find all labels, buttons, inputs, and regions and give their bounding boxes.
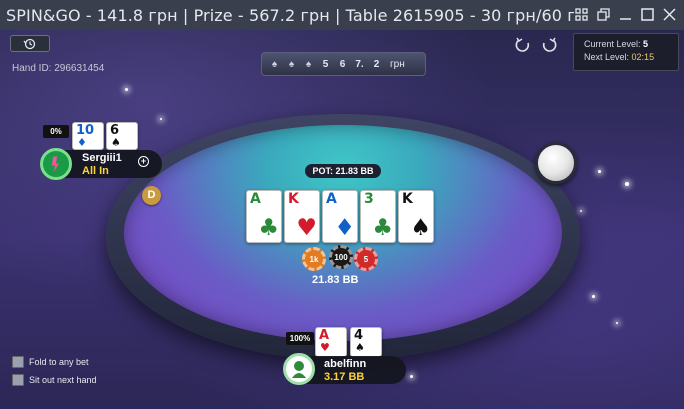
game-area: Hand ID: 296631454 ♠ ♠ ♠ 5 6 7. 2 грн Cu… xyxy=(0,30,684,409)
close-icon[interactable] xyxy=(662,8,676,22)
blind-value: 5 xyxy=(322,58,329,70)
blind-selector[interactable]: ♠ ♠ ♠ 5 6 7. 2 грн xyxy=(261,52,426,76)
blind-value: 2 xyxy=(373,58,380,70)
spade-icon: ♠ xyxy=(288,58,295,70)
blind-unit: грн xyxy=(390,58,405,70)
board-card-1: A ♣ xyxy=(246,190,282,243)
player-name: Sergiii1 xyxy=(82,152,122,164)
spade-icon: ♠ xyxy=(271,58,278,70)
window-titlebar: SPIN&GO - 141.8 грн | Prize - 567.2 грн … xyxy=(0,0,684,30)
fold-to-any-bet-option[interactable]: Fold to any bet xyxy=(12,356,89,368)
history-icon xyxy=(23,38,36,49)
board-card-2: K ♥ xyxy=(284,190,320,243)
chip-5: 5 xyxy=(354,247,378,271)
board-card-5: K ♠ xyxy=(398,190,434,243)
chip-1k: 1k xyxy=(302,247,326,271)
spade-icon: ♠ xyxy=(305,58,312,70)
redo-icon[interactable] xyxy=(540,36,558,54)
player-equity: 0% xyxy=(43,125,69,138)
hero-hole-card-2: 4 ♠ xyxy=(350,327,382,357)
star-decoration xyxy=(625,182,629,186)
blind-value: 6 xyxy=(339,58,346,70)
hero-stack: 3.17 BB xyxy=(324,371,365,383)
restore-icon[interactable] xyxy=(596,8,610,22)
player-avatar xyxy=(40,148,72,180)
maximize-icon[interactable] xyxy=(640,8,654,22)
player-hole-card-1: 10 ♦ xyxy=(72,122,104,150)
dealer-button: D xyxy=(142,186,161,205)
player-status: All In xyxy=(82,165,109,177)
hand-id: Hand ID: 296631454 xyxy=(12,63,105,74)
next-level: Next Level: 02:15 xyxy=(584,52,655,62)
star-decoration xyxy=(160,118,162,120)
hero-name: abelfinn xyxy=(324,358,367,370)
fold-to-any-bet-checkbox[interactable] xyxy=(12,356,24,368)
window-controls xyxy=(574,8,684,22)
player-hole-card-2: 6 ♠ xyxy=(106,122,138,150)
star-decoration xyxy=(125,88,128,91)
add-note-icon[interactable]: + xyxy=(138,156,149,167)
fold-to-any-bet-label: Fold to any bet xyxy=(29,357,89,367)
window-title: SPIN&GO - 141.8 грн | Prize - 567.2 грн … xyxy=(6,5,574,25)
hero-equity: 100% xyxy=(286,332,314,345)
star-decoration xyxy=(410,375,413,378)
star-decoration xyxy=(598,170,601,173)
hero-hole-card-1: A ♥ xyxy=(315,327,347,357)
chip-100: 100 xyxy=(329,245,353,269)
star-decoration xyxy=(616,322,618,324)
star-decoration xyxy=(580,210,582,212)
board-card-3: A ♦ xyxy=(322,190,358,243)
board-card-4: 3 ♣ xyxy=(360,190,396,243)
sit-out-next-hand-checkbox[interactable] xyxy=(12,374,24,386)
pot-label: POT: 21.83 BB xyxy=(305,164,381,178)
current-level: Current Level: 5 xyxy=(584,39,649,49)
star-decoration xyxy=(592,295,595,298)
undo-icon[interactable] xyxy=(514,36,532,54)
level-info: Current Level: 5 Next Level: 02:15 xyxy=(573,33,679,71)
blind-value: 7. xyxy=(355,58,364,70)
pot-amount: 21.83 BB xyxy=(312,274,359,286)
minimize-icon[interactable] xyxy=(618,8,632,22)
sit-out-next-hand-label: Sit out next hand xyxy=(29,375,97,385)
hero-avatar xyxy=(283,353,315,385)
pot-chips: 1k 100 5 xyxy=(302,245,380,272)
empty-seat-marker xyxy=(535,142,577,184)
hand-history-button[interactable] xyxy=(10,35,50,52)
grid-icon[interactable] xyxy=(574,8,588,22)
sit-out-next-hand-option[interactable]: Sit out next hand xyxy=(12,374,97,386)
